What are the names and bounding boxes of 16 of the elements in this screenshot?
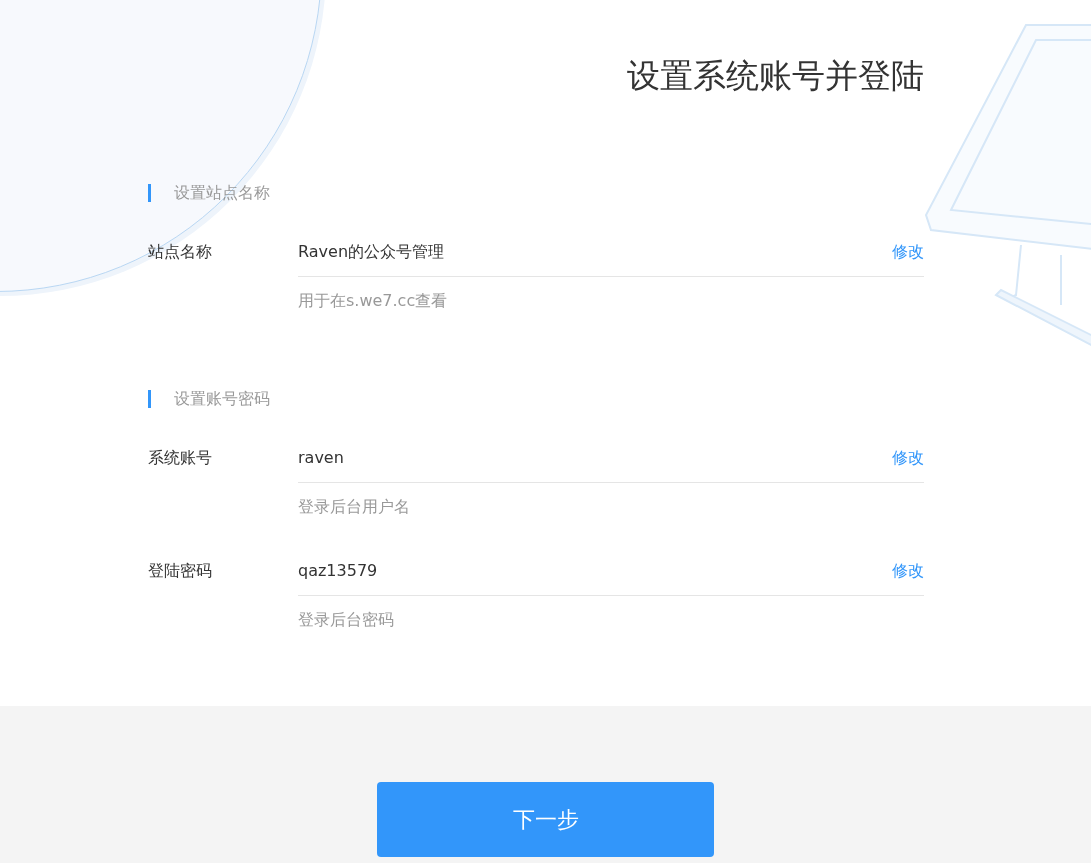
field-label: 登陆密码 — [148, 560, 213, 582]
next-button[interactable]: 下一步 — [377, 782, 714, 857]
section-heading: 设置站点名称 — [148, 184, 270, 202]
field-value: Raven的公众号管理 — [298, 241, 445, 263]
edit-link[interactable]: 修改 — [892, 446, 924, 470]
hint-text: 登录后台用户名 — [298, 496, 411, 518]
page-title: 设置系统账号并登陆 — [626, 55, 924, 97]
field-value: raven — [298, 447, 344, 469]
edit-link[interactable]: 修改 — [892, 559, 924, 583]
hint-text: 登录后台密码 — [298, 609, 395, 631]
section-heading: 设置账号密码 — [148, 390, 270, 408]
field-label: 系统账号 — [148, 447, 213, 469]
field-value: qaz13579 — [298, 560, 378, 582]
edit-link[interactable]: 修改 — [892, 240, 924, 264]
hint-text: 用于在s.we7.cc查看 — [298, 290, 449, 312]
field-label: 站点名称 — [148, 241, 213, 263]
